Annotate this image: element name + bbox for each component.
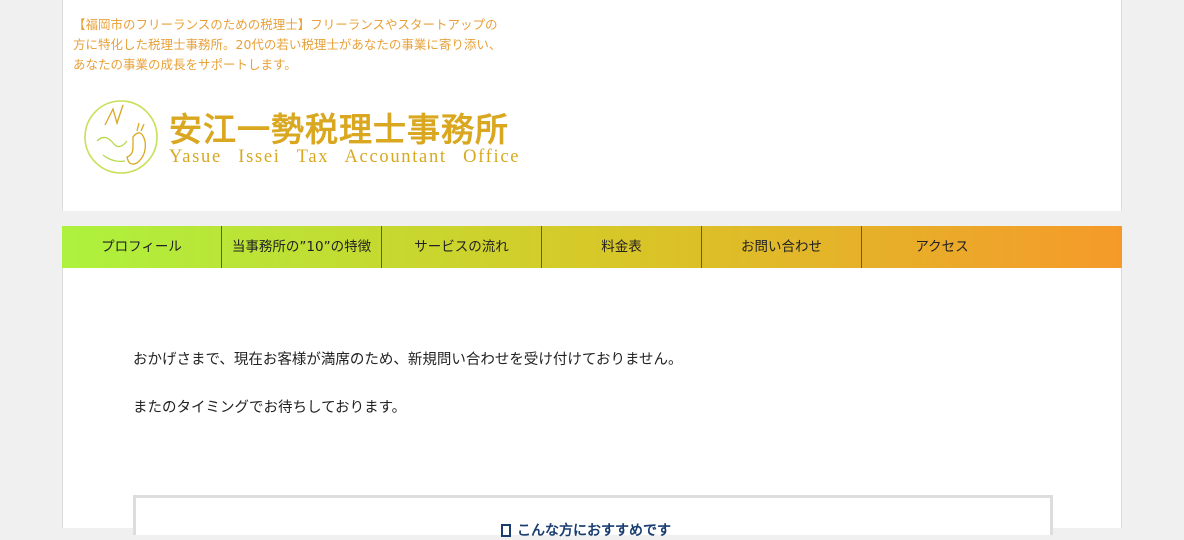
notice-followup: またのタイミングでお待ちしております。 — [133, 400, 407, 416]
site-tagline: 【福岡市のフリーランスのための税理士】フリーランスやスタートアップの 方に特化し… — [73, 17, 502, 72]
main-content: おかげさまで、現在お客様が満席のため、新規問い合わせを受け付けておりません。 ま… — [62, 268, 1122, 539]
logo-name-en: Yasue Issei Tax Accountant Office — [169, 147, 521, 167]
nav-item-contact[interactable]: お問い合わせ — [702, 226, 862, 268]
nav-item-profile[interactable]: プロフィール — [62, 226, 222, 268]
logo-emblem-icon — [84, 100, 158, 174]
nav-item-features[interactable]: 当事務所の”10”の特徴 — [222, 226, 382, 268]
header-gap — [62, 211, 1122, 226]
page: 【福岡市のフリーランスのための税理士】フリーランスやスタートアップの 方に特化し… — [62, 0, 1122, 539]
document-icon — [501, 524, 511, 537]
recommend-box: こんな方におすすめです — [133, 495, 1053, 539]
logo-name-jp: 安江一勢税理士事務所 — [169, 110, 509, 149]
notice-message: おかげさまで、現在お客様が満席のため、新規問い合わせを受け付けておりません。 — [133, 352, 683, 368]
site-logo[interactable]: 安江一勢税理士事務所 Yasue Issei Tax Accountant Of… — [83, 95, 523, 180]
nav-item-service-flow[interactable]: サービスの流れ — [382, 226, 542, 268]
recommend-box-title: こんな方におすすめです — [501, 520, 671, 540]
nav-item-access[interactable]: アクセス — [862, 226, 1122, 268]
site-header: 【福岡市のフリーランスのための税理士】フリーランスやスタートアップの 方に特化し… — [62, 0, 1122, 211]
recommend-box-title-text: こんな方におすすめです — [517, 523, 671, 539]
global-nav: プロフィール 当事務所の”10”の特徴 サービスの流れ 料金表 お問い合わせ ア… — [62, 226, 1122, 268]
nav-item-pricing[interactable]: 料金表 — [542, 226, 702, 268]
